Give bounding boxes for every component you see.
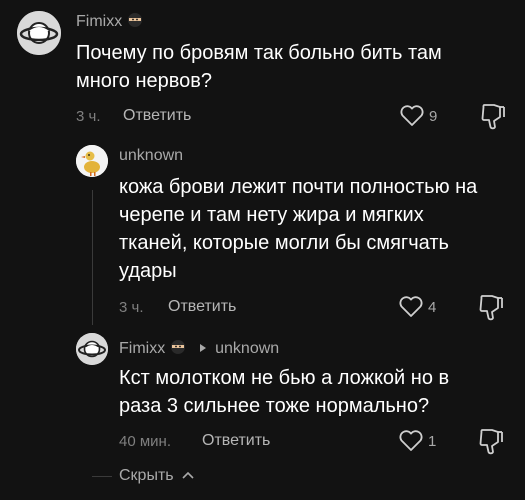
avatar[interactable] bbox=[17, 11, 61, 55]
comment-username[interactable]: Fimixx unknown bbox=[119, 338, 279, 358]
triangle-right-icon bbox=[199, 343, 207, 353]
comment-username[interactable]: Fimixx bbox=[76, 11, 145, 31]
heart-outline-icon bbox=[399, 296, 423, 317]
reply-button[interactable]: Ответить bbox=[123, 107, 191, 125]
avatar[interactable] bbox=[76, 145, 108, 177]
reply-button[interactable]: Ответить bbox=[202, 432, 270, 450]
comment-text: Почему по бровям так больно бить там мно… bbox=[76, 42, 442, 92]
hide-divider bbox=[92, 476, 112, 477]
heart-outline-icon bbox=[399, 430, 423, 451]
comment-time: 40 мин. bbox=[119, 433, 171, 450]
saturn-avatar-icon bbox=[76, 333, 108, 365]
like-count: 4 bbox=[428, 299, 437, 316]
comment-time: 3 ч. bbox=[119, 299, 144, 316]
like-button[interactable] bbox=[399, 104, 425, 128]
thumbs-down-icon bbox=[479, 295, 503, 321]
hide-replies-button[interactable]: Скрыть bbox=[119, 467, 194, 485]
dislike-button[interactable] bbox=[480, 102, 506, 130]
chevron-up-icon bbox=[182, 471, 194, 479]
dislike-button[interactable] bbox=[478, 427, 504, 455]
like-button[interactable] bbox=[398, 295, 424, 319]
reply-to-username[interactable]: unknown bbox=[215, 340, 279, 357]
like-count: 9 bbox=[429, 108, 438, 125]
dislike-button[interactable] bbox=[478, 293, 504, 321]
duck-avatar-icon bbox=[76, 145, 108, 177]
ninja-emoji-icon bbox=[168, 338, 188, 356]
comment-username[interactable]: unknown bbox=[119, 147, 183, 165]
comment-text: кожа брови лежит почти полностью на чере… bbox=[119, 176, 478, 282]
thumbs-down-icon bbox=[479, 429, 503, 455]
thread-line bbox=[92, 190, 93, 325]
reply-button[interactable]: Ответить bbox=[168, 298, 236, 316]
heart-outline-icon bbox=[400, 105, 424, 126]
like-button[interactable] bbox=[398, 429, 424, 453]
thumbs-down-icon bbox=[481, 104, 505, 130]
ninja-emoji-icon bbox=[125, 11, 145, 29]
like-count: 1 bbox=[428, 433, 437, 450]
saturn-avatar-icon bbox=[17, 11, 61, 55]
comment-time: 3 ч. bbox=[76, 108, 101, 125]
comment-text: Кст молотком не бью а ложкой но в раза 3… bbox=[119, 367, 450, 417]
avatar[interactable] bbox=[76, 333, 108, 365]
